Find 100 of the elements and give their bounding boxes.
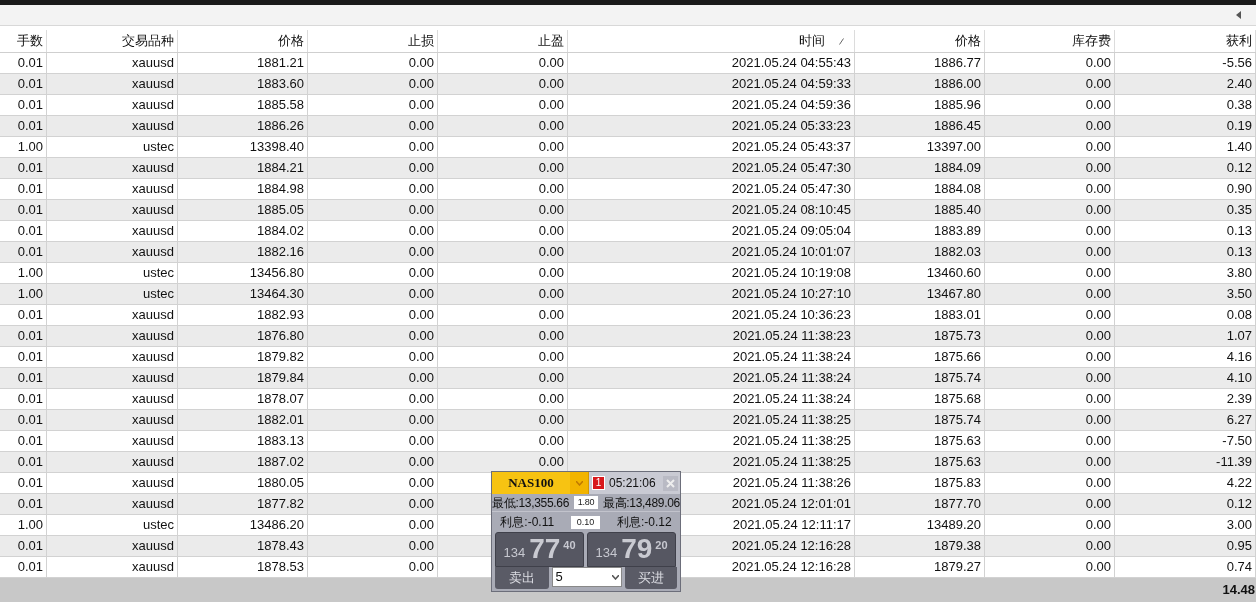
table-cell-text: 1.40 (1226, 138, 1252, 157)
column-header[interactable]: 时间 (799, 31, 825, 51)
table-cell-text: 0.00 (408, 411, 434, 430)
table-cell-text: 1878.43 (257, 537, 304, 556)
column-header[interactable]: 手数 (17, 31, 43, 51)
alert-badge: 1 (592, 476, 605, 490)
table-cell-text: 2021.05.24 11:38:23 (732, 327, 851, 346)
table-cell-text: 0.00 (1085, 537, 1111, 556)
table-cell-text: 0.90 (1226, 180, 1252, 199)
table-cell-text: ustec (142, 516, 174, 535)
table-cell-text: 1.00 (17, 138, 43, 157)
table-cell-text: 0.08 (1226, 306, 1252, 325)
table-cell-text: 0.00 (538, 285, 564, 304)
table-cell-text: 0.00 (408, 96, 434, 115)
table-cell-text: 0.00 (408, 369, 434, 388)
table-cell-text: 6.27 (1226, 411, 1252, 430)
table-cell-text: 1877.82 (257, 495, 304, 514)
table-cell-text: 3.00 (1226, 516, 1252, 535)
table-cell-text: xauusd (132, 222, 174, 241)
table-cell-text: ustec (142, 138, 174, 157)
table-cell-text: 2021.05.24 11:38:25 (732, 453, 851, 472)
table-cell-text: 2.40 (1226, 75, 1252, 94)
table-cell-text: 13464.30 (249, 285, 304, 304)
table-cell-text: 0.01 (17, 474, 43, 493)
table-cell-text: 0.01 (17, 390, 43, 409)
table-cell-text: 1.00 (17, 285, 43, 304)
table-cell-text: 2021.05.24 05:47:30 (731, 180, 851, 199)
swap-rate: 利息:-0.12 (616, 514, 672, 531)
table-cell-text: 0.00 (1085, 390, 1111, 409)
table-cell-text: xauusd (132, 327, 174, 346)
close-icon (666, 478, 675, 488)
table-cell-text: 0.00 (538, 327, 564, 346)
table-cell-text: xauusd (132, 369, 174, 388)
table-cell-text: 1884.02 (257, 222, 304, 241)
table-cell-text: 0.00 (538, 117, 564, 136)
table-cell-text: 2021.05.24 05:43:37 (731, 138, 851, 157)
column-header[interactable]: 价格 (278, 31, 304, 51)
table-cell-text: 2021.05.24 05:33:23 (731, 117, 851, 136)
table-cell-text: 2021.05.24 10:19:08 (731, 264, 851, 283)
table-cell-text: 1875.74 (934, 369, 981, 388)
table-cell-text: 1883.60 (257, 75, 304, 94)
swap-rate: 利息:-0.11 (500, 514, 555, 531)
table-cell-text: 4.16 (1226, 348, 1252, 367)
table-cell-text: 2021.05.24 12:16:28 (731, 558, 851, 577)
symbol-button[interactable]: NAS100 (492, 472, 589, 494)
table-cell-text: 0.01 (17, 432, 43, 451)
table-cell-text: 0.00 (538, 96, 564, 115)
table-cell-text: 1882.01 (257, 411, 304, 430)
table-cell-text: xauusd (132, 243, 174, 262)
column-header[interactable]: 止损 (408, 31, 434, 51)
sell-button[interactable]: 卖出 (495, 567, 550, 589)
table-cell-text: 0.00 (408, 558, 434, 577)
table-cell-text: ustec (142, 285, 174, 304)
table-cell-text: 2021.05.24 10:36:23 (731, 306, 851, 325)
table-cell-text: 1879.27 (934, 558, 981, 577)
table-cell-text: xauusd (132, 411, 174, 430)
total-profit: 14.48 (1222, 581, 1255, 600)
table-cell-text: 0.00 (538, 306, 564, 325)
column-header[interactable]: 价格 (955, 31, 981, 51)
table-cell-text: 0.00 (408, 495, 434, 514)
table-cell-text: 13456.80 (249, 264, 304, 283)
table-cell-text: 2021.05.24 05:47:30 (731, 159, 851, 178)
column-header[interactable]: 交易品种 (122, 31, 174, 51)
column-header[interactable]: 库存费 (1072, 31, 1111, 51)
buy-button[interactable]: 买进 (624, 567, 677, 589)
table-cell-text: 4.22 (1226, 474, 1252, 493)
high-price: 最高:13,489.06 (602, 494, 680, 511)
table-cell-text: 2021.05.24 11:38:26 (732, 474, 851, 493)
table-cell-text: 1886.45 (934, 117, 981, 136)
table-cell-text: xauusd (132, 495, 174, 514)
table-cell-text: 1.07 (1226, 327, 1252, 346)
step-field[interactable]: 0.10 (570, 515, 601, 529)
table-cell-text: 2021.05.24 04:59:36 (731, 96, 851, 115)
table-cell-text: 0.01 (17, 558, 43, 577)
column-header[interactable]: 获利 (1226, 31, 1252, 51)
table-cell-text: 0.13 (1226, 243, 1252, 262)
table-cell-text: 13398.40 (249, 138, 304, 157)
scroll-left-icon[interactable] (1236, 11, 1242, 19)
table-cell-text: 0.00 (1085, 369, 1111, 388)
table-cell-text: xauusd (132, 453, 174, 472)
table-cell-text: 0.01 (17, 411, 43, 430)
table-cell-text: 2.39 (1226, 390, 1252, 409)
table-cell-text: 3.50 (1226, 285, 1252, 304)
table-cell-text: 0.00 (538, 348, 564, 367)
table-cell-text: 2021.05.24 04:59:33 (731, 75, 851, 94)
caret-icon (611, 574, 619, 580)
volume-select[interactable]: 5 (552, 567, 622, 587)
table-cell-text: 0.00 (538, 180, 564, 199)
table-cell-text: 0.00 (408, 390, 434, 409)
table-cell-text: xauusd (132, 474, 174, 493)
spread-field[interactable]: 1.80 (573, 496, 599, 509)
low-price: 最低:13,355.66 (492, 494, 570, 511)
table-cell-text: 0.00 (1085, 306, 1111, 325)
table-cell-text: 0.00 (1085, 159, 1111, 178)
table-cell-text: 0.00 (1085, 75, 1111, 94)
column-header[interactable]: 止盈 (538, 31, 564, 51)
table-cell-text: 0.00 (1085, 222, 1111, 241)
table-cell-text: 0.19 (1226, 117, 1252, 136)
table-cell-text: xauusd (132, 54, 174, 73)
table-cell-text: 0.00 (1085, 516, 1111, 535)
